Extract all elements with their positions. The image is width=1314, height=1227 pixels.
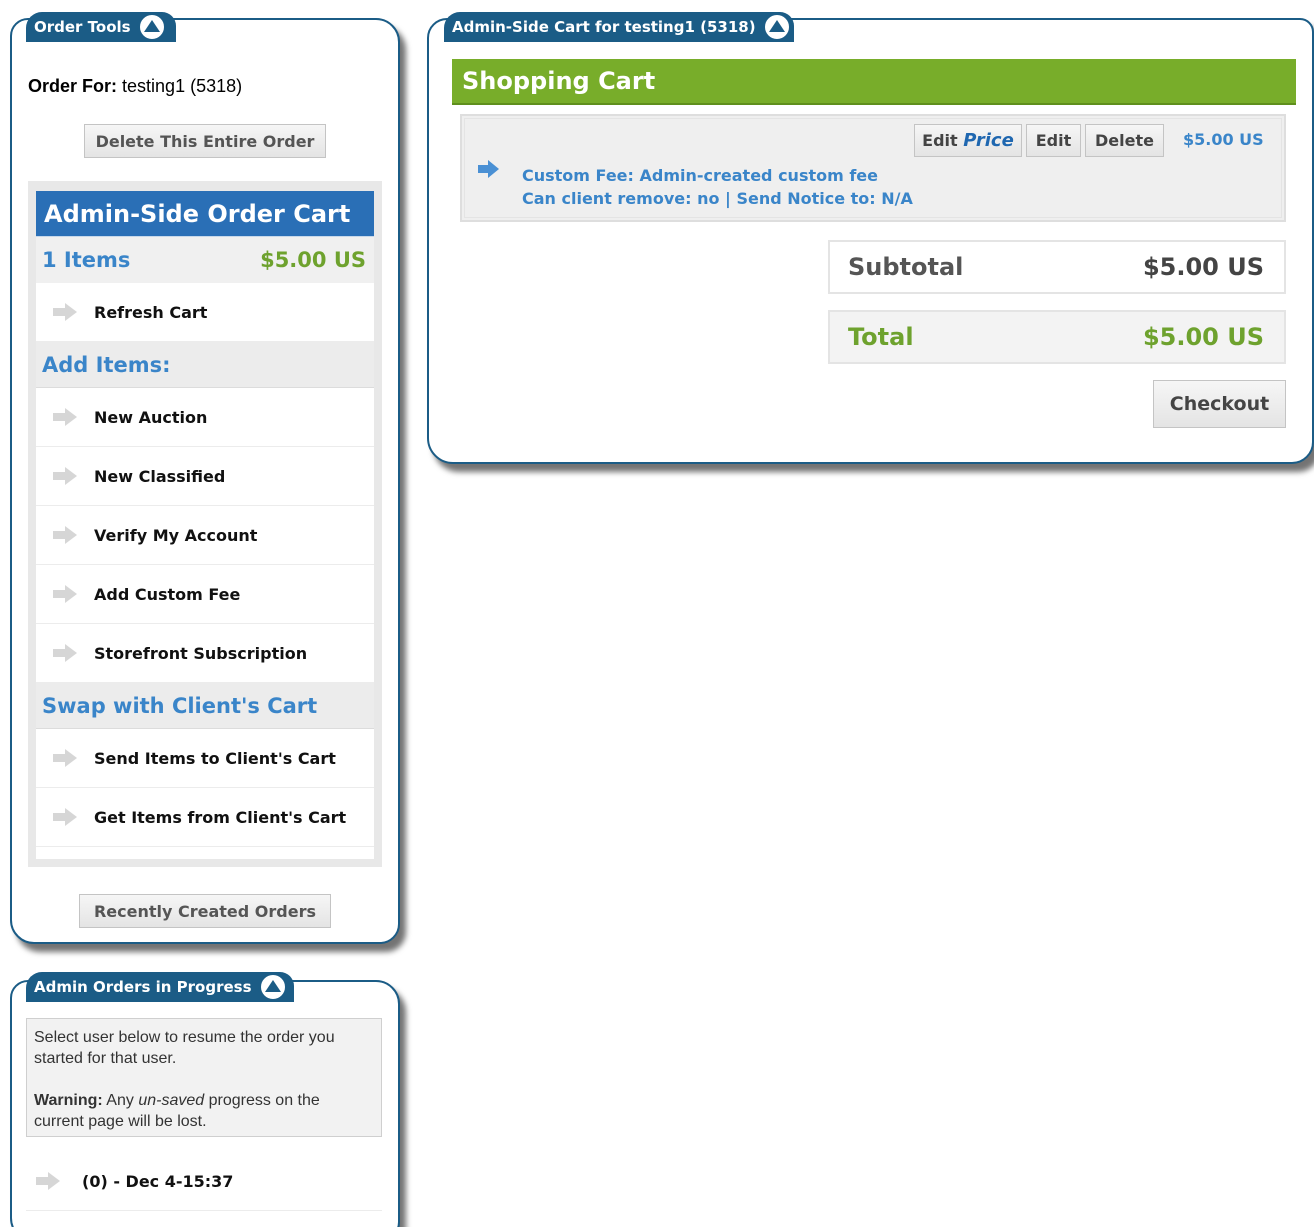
info-text: Select user below to resume the order yo… [34, 1029, 335, 1067]
cart-item-options: Can client remove: no | Send Notice to: … [522, 189, 913, 208]
swap-item-label: Get Items from Client's Cart [94, 807, 347, 827]
add-item-verify-account[interactable]: Verify My Account [36, 506, 374, 565]
order-for-label: Order For: [28, 76, 118, 96]
total-row: Total $5.00 US [828, 310, 1286, 364]
checkout-button[interactable]: Checkout [1153, 380, 1286, 428]
shopping-cart-heading: Shopping Cart [452, 59, 1296, 105]
edit-price-prefix: Edit [922, 131, 958, 150]
cart-total: $5.00 US [260, 248, 366, 272]
add-item-new-classified[interactable]: New Classified [36, 447, 374, 506]
arrow-right-icon [53, 749, 77, 767]
swap-cart-heading: Swap with Client's Cart [36, 683, 374, 729]
order-for-line: Order For: testing1 (5318) [28, 76, 242, 97]
recently-created-orders-button[interactable]: Recently Created Orders [79, 894, 331, 928]
arrow-right-icon [53, 467, 77, 485]
order-tools-tab: Order Tools [26, 12, 176, 42]
refresh-cart-link[interactable]: Refresh Cart [36, 283, 374, 342]
edit-price-emph: Price [963, 130, 1014, 151]
add-item-label: New Auction [94, 407, 208, 427]
resume-order-label: (0) - Dec 4-15:37 [82, 1171, 234, 1191]
add-item-custom-fee[interactable]: Add Custom Fee [36, 565, 374, 624]
send-items-to-client-link[interactable]: Send Items to Client's Cart [36, 729, 374, 788]
arrow-right-icon [53, 644, 77, 662]
collapse-toggle-icon[interactable] [257, 972, 288, 1002]
arrow-right-icon [53, 808, 77, 826]
arrow-right-icon [53, 408, 77, 426]
collapse-toggle-icon[interactable] [136, 12, 167, 42]
warning-text: Warning: Any un-saved progress on the cu… [34, 1090, 374, 1132]
admin-cart-tab: Admin-Side Cart for testing1 (5318) [444, 12, 794, 42]
delete-item-button[interactable]: Delete [1085, 124, 1164, 157]
order-tools-title: Order Tools [34, 18, 131, 36]
refresh-cart-label: Refresh Cart [94, 302, 208, 322]
order-for-value: testing1 (5318) [122, 76, 243, 96]
warning-emph: un-saved [138, 1092, 205, 1109]
total-label: Total [848, 323, 914, 351]
collapse-toggle-icon[interactable] [761, 12, 792, 42]
admin-order-cart-title: Admin-Side Order Cart [36, 191, 374, 237]
cart-item-name: Custom Fee: Admin-created custom fee [522, 166, 879, 185]
arrow-right-icon [53, 303, 77, 321]
arrow-right-icon [53, 585, 77, 603]
cart-item-details: Custom Fee: Admin-created custom fee Can… [522, 164, 913, 210]
get-items-from-client-link[interactable]: Get Items from Client's Cart [36, 788, 374, 847]
orders-in-progress-info: Select user below to resume the order yo… [26, 1018, 382, 1137]
cart-summary: 1 Items $5.00 US [36, 237, 374, 283]
item-price: $5.00 US [1183, 130, 1264, 149]
cart-items-count[interactable]: 1 Items [42, 248, 130, 272]
resume-order-link[interactable]: (0) - Dec 4-15:37 [26, 1152, 382, 1211]
swap-item-label: Send Items to Client's Cart [94, 748, 336, 768]
warning-label: Warning: [34, 1092, 103, 1109]
arrow-right-icon [53, 526, 77, 544]
subtotal-value: $5.00 US [1142, 253, 1264, 281]
total-value: $5.00 US [1142, 323, 1264, 351]
add-item-label: Storefront Subscription [94, 643, 308, 663]
add-item-label: Verify My Account [94, 525, 258, 545]
subtotal-label: Subtotal [848, 253, 964, 281]
add-item-label: Add Custom Fee [94, 584, 241, 604]
arrow-right-icon [36, 1172, 60, 1190]
add-items-heading: Add Items: [36, 342, 374, 388]
add-item-label: New Classified [94, 466, 226, 486]
edit-item-button[interactable]: Edit [1026, 124, 1081, 157]
orders-in-progress-title: Admin Orders in Progress [34, 978, 252, 996]
add-item-new-auction[interactable]: New Auction [36, 388, 374, 447]
admin-order-cart-box: Admin-Side Order Cart 1 Items $5.00 US R… [28, 181, 382, 867]
arrow-right-icon [478, 160, 500, 178]
warning-pre: Any [106, 1092, 134, 1109]
edit-price-button[interactable]: Edit Price [914, 124, 1022, 157]
orders-in-progress-tab: Admin Orders in Progress [26, 972, 294, 1002]
admin-cart-title: Admin-Side Cart for testing1 (5318) [452, 18, 756, 36]
delete-order-button[interactable]: Delete This Entire Order [84, 124, 326, 158]
add-item-storefront-subscription[interactable]: Storefront Subscription [36, 624, 374, 683]
subtotal-row: Subtotal $5.00 US [828, 240, 1286, 294]
